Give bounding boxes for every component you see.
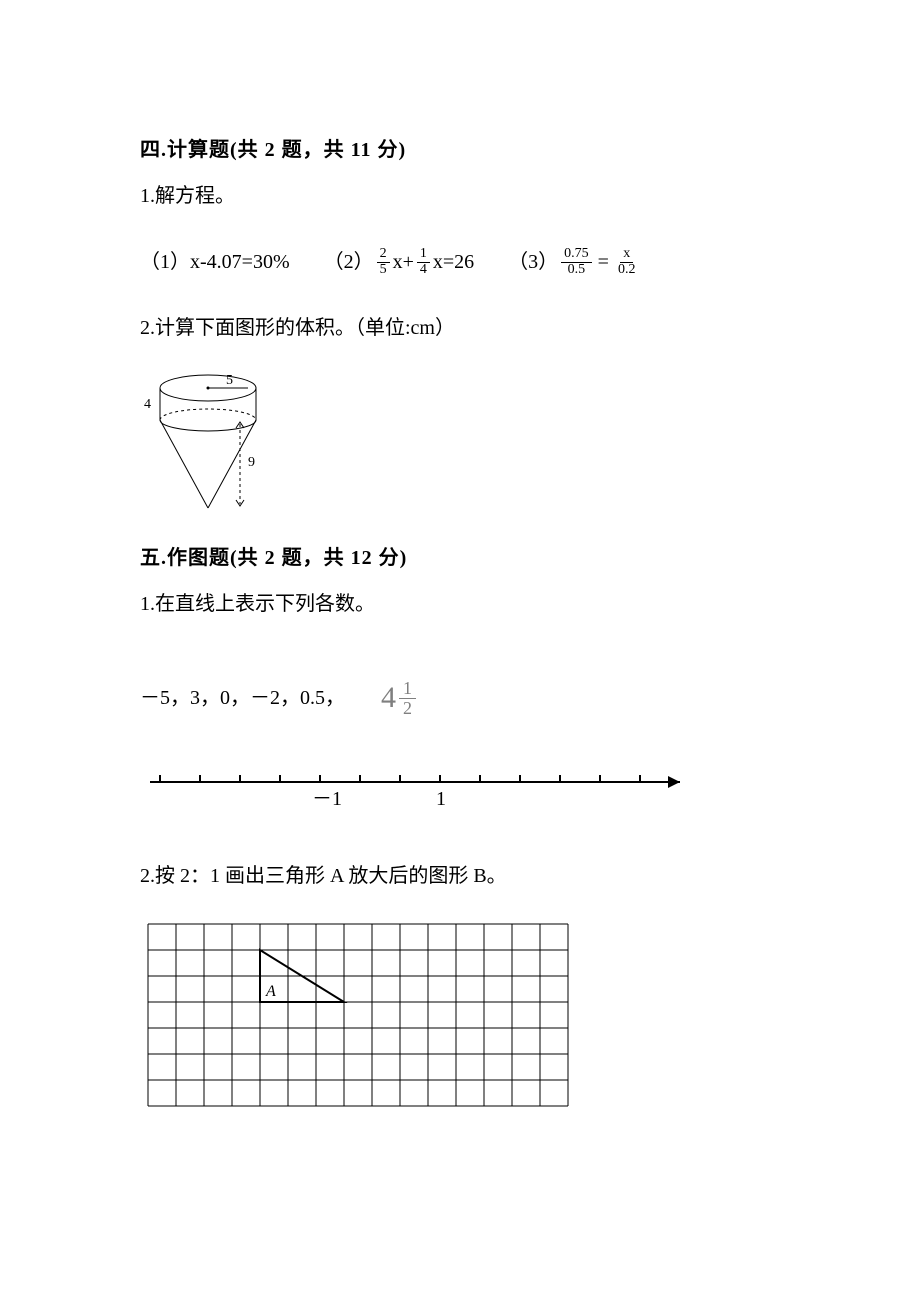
s4-q2-prompt: 2.计算下面图形的体积。（单位:cm） [140,312,780,344]
s5-q2-prompt: 2.按 2：1 画出三角形 A 放大后的图形 B。 [140,860,780,892]
s5-q1-prompt: 1.在直线上表示下列各数。 [140,588,780,620]
s5-q2-grid: A [140,916,780,1116]
s5-q1-numbers: －5，3，0，－2，0.5， [140,682,345,714]
s4-q1-part2-frac2: 1 4 [417,247,430,277]
s4-q1-part3-rhs: x 0.2 [615,247,639,277]
section-5-heading: 五.作图题(共 2 题，共 12 分) [140,542,780,574]
s4-q1-part1-label: （1） [140,246,190,278]
frac-den: 5 [377,263,390,278]
label-h1: 4 [144,397,151,412]
s4-q1-part2-mid: x+ [393,246,414,278]
axis-pos1: 1 [436,788,446,810]
triangle-label-a: A [265,983,276,1000]
s4-q1-part2-label: （2） [324,246,374,278]
s4-q1-prompt: 1.解方程。 [140,180,780,212]
s4-q1-part3-eq: = [598,246,609,278]
frac-num: 2 [377,247,390,263]
s5-q1-mixed-number: 4 1 2 [381,674,416,722]
number-line-figure: －1 1 [140,760,700,820]
mixed-den: 2 [399,699,416,718]
s4-q1-part3-label: （3） [508,246,558,278]
axis-neg1: －1 [312,788,342,810]
frac-den: 0.2 [615,263,639,278]
s4-q1-part3: （3） 0.75 0.5 = x 0.2 [508,246,641,278]
s4-q1-equations: （1） x-4.07=30% （2） 2 5 x+ 1 4 x=26 （3） 0… [140,246,780,278]
s4-q1-part3-lhs: 0.75 0.5 [561,247,592,277]
mixed-whole: 4 [381,674,396,722]
triangle-grid-figure: A [140,916,580,1116]
s4-q1-part2-tail: x=26 [433,246,474,278]
mixed-num: 1 [399,679,416,699]
document-page: 四.计算题(共 2 题，共 11 分) 1.解方程。 （1） x-4.07=30… [0,0,920,1174]
s5-q1-numberline: －1 1 [140,760,780,820]
s4-q1-part2-frac1: 2 5 [377,247,390,277]
frac-num: 0.75 [561,247,592,263]
section-4-heading: 四.计算题(共 2 题，共 11 分) [140,134,780,166]
frac-den: 4 [417,263,430,278]
label-radius: 5 [226,373,233,388]
s4-q2-figure: 5 4 9 [140,368,780,518]
cone-cylinder-figure: 5 4 9 [140,368,270,518]
s4-q1-part2: （2） 2 5 x+ 1 4 x=26 [324,246,475,278]
mixed-frac: 1 2 [399,679,416,718]
frac-den: 0.5 [565,263,589,278]
s4-q1-part1: （1） x-4.07=30% [140,246,290,278]
frac-num: 1 [417,247,430,263]
label-h2: 9 [248,455,255,470]
s5-q1-number-list: －5，3，0，－2，0.5， 4 1 2 [140,674,780,722]
frac-num: x [620,247,633,263]
s4-q1-part1-eq: x-4.07=30% [190,246,290,278]
